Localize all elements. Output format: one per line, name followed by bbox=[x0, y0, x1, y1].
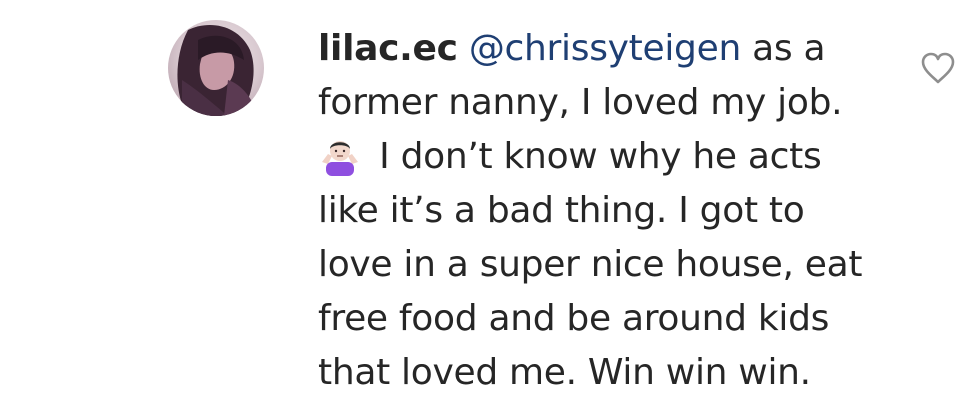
comment-line: I don’t know why he acts bbox=[368, 136, 822, 177]
avatar[interactable] bbox=[168, 20, 264, 116]
comment-line: love in a super nice house, eat bbox=[318, 244, 863, 285]
comment-line: that loved me. Win win win. bbox=[318, 352, 811, 393]
mention-link[interactable]: @chrissyteigen bbox=[469, 28, 741, 69]
avatar-image bbox=[168, 20, 264, 116]
heart-icon[interactable] bbox=[919, 50, 957, 86]
comment-text: lilac.ec @chrissyteigen as a former nann… bbox=[318, 22, 878, 400]
username-link[interactable]: lilac.ec bbox=[318, 28, 458, 69]
comment-line: like it’s a bad thing. I got to bbox=[318, 190, 805, 231]
comment: lilac.ec @chrissyteigen as a former nann… bbox=[0, 0, 980, 420]
person-shrugging-emoji bbox=[318, 132, 362, 176]
comment-line: as a bbox=[740, 28, 826, 69]
comment-line: former nanny, I loved my job. bbox=[318, 82, 843, 123]
comment-line: free food and be around kids bbox=[318, 298, 830, 339]
